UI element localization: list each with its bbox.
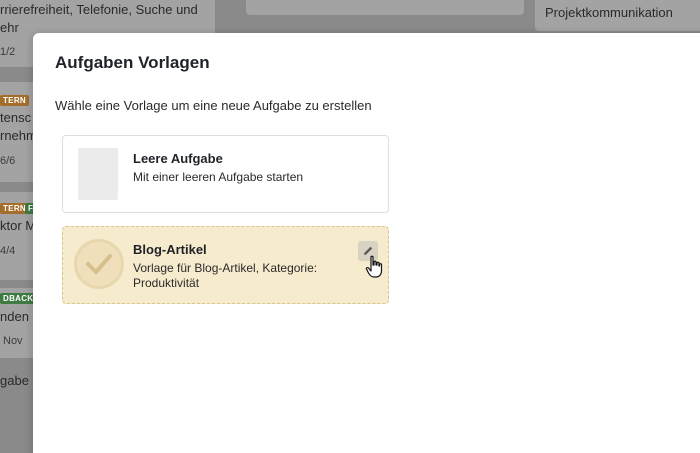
- board-card-title: Projektkommunikation: [545, 5, 673, 20]
- empty-template-thumbnail: [78, 148, 118, 200]
- check-icon: [74, 239, 124, 289]
- board-card-meta: 4/4: [0, 245, 16, 257]
- board-card-tag: DBACK: [0, 293, 37, 304]
- board-card-title: ehr: [0, 20, 19, 35]
- modal-subtitle: Wähle eine Vorlage um eine neue Aufgabe …: [55, 98, 372, 113]
- hand-pointer-icon: [365, 255, 383, 278]
- template-blog-article[interactable]: Blog-Artikel Vorlage für Blog-Artikel, K…: [62, 226, 389, 304]
- template-name: Leere Aufgabe: [133, 151, 223, 166]
- add-task-link[interactable]: gabe: [0, 373, 29, 388]
- board-card-title: rnehm: [0, 128, 37, 143]
- board-card-meta: Nov: [3, 335, 23, 347]
- modal-title: Aufgaben Vorlagen: [55, 53, 210, 72]
- board-card-tag: TERN: [0, 95, 29, 106]
- template-name: Blog-Artikel: [133, 242, 207, 257]
- board-card-title: tensc: [0, 110, 32, 125]
- template-description: Mit einer leeren Aufgabe starten: [133, 170, 304, 184]
- template-modal: Aufgaben Vorlagen Wähle eine Vorlage um …: [33, 33, 700, 453]
- board-card-meta: 1/2: [0, 46, 16, 58]
- template-empty-task[interactable]: Leere Aufgabe Mit einer leeren Aufgabe s…: [62, 135, 389, 213]
- board-card-title: rrierefreiheit, Telefonie, Suche und: [0, 2, 198, 17]
- template-description: Vorlage für Blog-Artikel, Kategorie: Pro…: [133, 261, 318, 290]
- board-card-meta: 6/6: [0, 155, 16, 167]
- board-card-title: nden: [0, 309, 29, 324]
- board-card-title: ktor M: [0, 218, 37, 233]
- board-card[interactable]: [246, 0, 524, 15]
